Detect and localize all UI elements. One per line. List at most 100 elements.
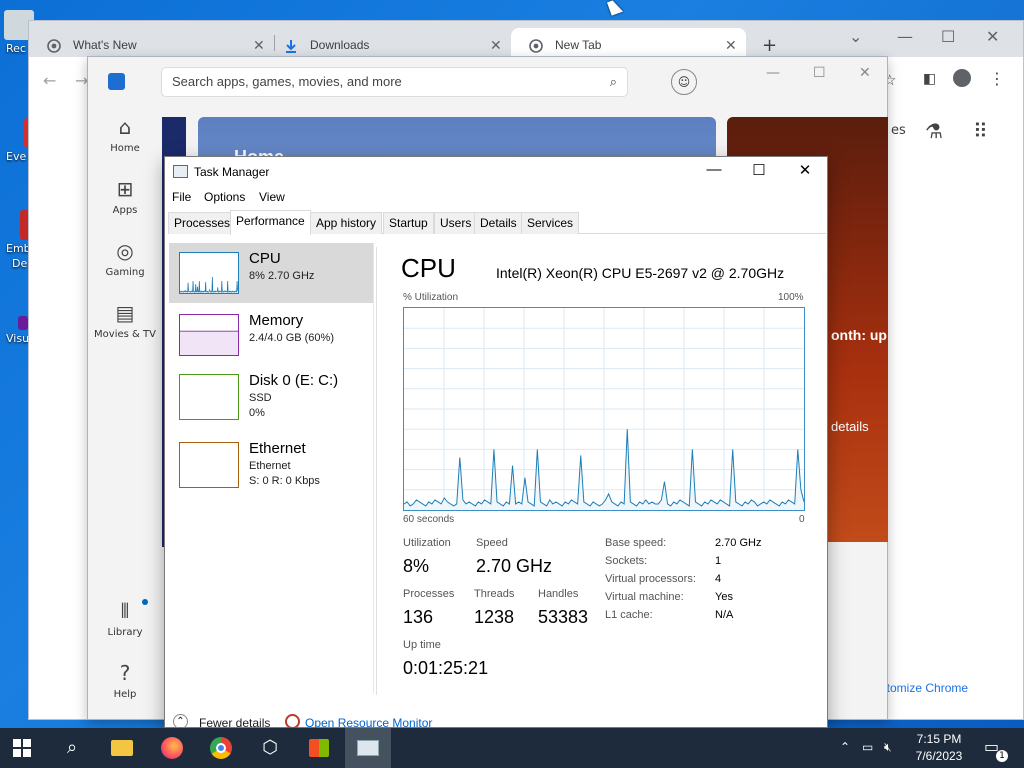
nav-gaming[interactable]: ◎ Gaming bbox=[88, 239, 162, 278]
collapse-chevron-icon[interactable]: ⌃ bbox=[173, 714, 188, 729]
tab-startup[interactable]: Startup bbox=[383, 212, 434, 234]
nav-label: Library bbox=[107, 627, 143, 638]
store-logo-icon bbox=[108, 73, 125, 90]
search-icon[interactable]: ⌕ bbox=[610, 74, 617, 90]
resource-item-cpu[interactable]: CPU 8% 2.70 GHz bbox=[169, 243, 373, 303]
nav-home[interactable]: ⌂ Home bbox=[88, 115, 162, 154]
spec-label: Virtual processors: bbox=[605, 573, 696, 585]
chrome-tab-bar: What's New ✕ Downloads ✕ New Tab ✕ + ⌄ —… bbox=[29, 21, 1023, 57]
tab-app-history[interactable]: App history bbox=[310, 212, 383, 234]
tab-details[interactable]: Details bbox=[474, 212, 523, 234]
spec-label: Base speed: bbox=[605, 537, 667, 549]
close-icon[interactable]: ✕ bbox=[859, 65, 871, 81]
task-manager-taskbar-icon[interactable] bbox=[345, 728, 391, 768]
resource-name: Ethernet bbox=[249, 440, 306, 457]
customize-chrome-link[interactable]: ustomize Chrome bbox=[874, 681, 968, 695]
file-explorer-icon[interactable] bbox=[108, 734, 136, 762]
store-search-input[interactable]: Search apps, games, movies, and more ⌕ bbox=[161, 67, 628, 97]
tab-services[interactable]: Services bbox=[521, 212, 580, 234]
help-icon: ? bbox=[119, 661, 131, 685]
close-icon[interactable]: ✕ bbox=[986, 27, 999, 46]
tab-processes[interactable]: Processes bbox=[168, 212, 237, 234]
resource-detail: 2.4/4.0 GB (60%) bbox=[249, 332, 334, 344]
spec-value: Yes bbox=[715, 591, 733, 603]
maximize-icon[interactable]: ☐ bbox=[736, 161, 782, 179]
menu-options[interactable]: Options bbox=[204, 190, 245, 204]
task-manager-icon bbox=[173, 165, 188, 178]
store-header: Search apps, games, movies, and more ⌕ ☺… bbox=[88, 57, 887, 107]
notification-dot bbox=[142, 599, 148, 605]
microsoft-store-icon[interactable] bbox=[305, 734, 333, 762]
spec-label: Virtual machine: bbox=[605, 591, 684, 603]
resource-detail: S: 0 R: 0 Kbps bbox=[249, 475, 320, 487]
nav-movies-tv[interactable]: ▤ Movies & TV bbox=[88, 301, 162, 340]
resource-name: Disk 0 (E: C:) bbox=[249, 372, 339, 389]
system-clock[interactable]: 7:15 PM 7/6/2023 bbox=[904, 731, 974, 765]
nav-label: Home bbox=[110, 143, 140, 154]
gaming-icon: ◎ bbox=[116, 239, 134, 263]
window-title: Task Manager bbox=[194, 165, 270, 179]
firefox-icon[interactable] bbox=[158, 734, 186, 762]
speed-value: 2.70 GHz bbox=[476, 556, 553, 576]
new-tab-button[interactable]: + bbox=[762, 35, 777, 56]
tab-title: Downloads bbox=[310, 38, 370, 52]
more-menu-icon[interactable]: ⋮ bbox=[989, 69, 1005, 88]
utilization-label: Utilization bbox=[403, 537, 451, 549]
nav-help[interactable]: ? Help bbox=[88, 661, 162, 700]
close-icon[interactable]: ✕ bbox=[782, 161, 828, 179]
tab-title: New Tab bbox=[555, 38, 602, 52]
menu-file[interactable]: File bbox=[172, 190, 191, 204]
minimize-icon[interactable]: — bbox=[766, 65, 780, 81]
home-icon: ⌂ bbox=[118, 115, 132, 139]
menu-view[interactable]: View bbox=[259, 190, 285, 204]
volume-muted-icon[interactable]: 🔇︎ bbox=[884, 740, 892, 755]
chrome-tab-whats-new[interactable]: What's New ✕ bbox=[29, 28, 269, 57]
chrome-icon bbox=[47, 39, 61, 53]
cpu-thumbnail-graph bbox=[179, 252, 239, 294]
tab-performance[interactable]: Performance bbox=[230, 210, 311, 235]
profile-avatar[interactable] bbox=[953, 69, 971, 87]
chrome-tab-downloads[interactable]: Downloads ✕ bbox=[266, 28, 506, 57]
resource-detail: 0% bbox=[249, 407, 265, 419]
back-icon[interactable]: ← bbox=[43, 71, 56, 90]
maximize-icon[interactable]: ☐ bbox=[813, 65, 826, 81]
chrome-icon[interactable] bbox=[207, 734, 235, 762]
minimize-icon[interactable]: — bbox=[897, 27, 913, 46]
nav-apps[interactable]: ⊞ Apps bbox=[88, 177, 162, 216]
resource-item-disk[interactable]: Disk 0 (E: C:) SSD 0% bbox=[169, 365, 373, 425]
spec-label: L1 cache: bbox=[605, 609, 653, 621]
clock-date: 7/6/2023 bbox=[915, 749, 963, 763]
footer: ⌃ Fewer details Open Resource Monitor bbox=[165, 714, 827, 730]
maximize-icon[interactable]: ☐ bbox=[941, 27, 955, 46]
uptime-label: Up time bbox=[403, 639, 441, 651]
store-nav: ⌂ Home ⊞ Apps ◎ Gaming ▤ Movies & TV ⫴ L… bbox=[88, 107, 162, 719]
nav-library[interactable]: ⫴ Library bbox=[88, 599, 162, 638]
network-icon[interactable]: ▭ bbox=[862, 740, 873, 754]
clock-time: 7:15 PM bbox=[916, 732, 962, 746]
hero-card-link[interactable]: details bbox=[831, 419, 869, 434]
side-panel-icon[interactable]: ◧ bbox=[923, 71, 936, 87]
resource-item-memory[interactable]: Memory 2.4/4.0 GB (60%) bbox=[169, 305, 373, 365]
search-icon[interactable]: ⌕ bbox=[58, 734, 86, 762]
start-button[interactable] bbox=[8, 734, 36, 762]
labs-flask-icon[interactable]: ⚗ bbox=[925, 119, 943, 143]
chrome-tab-new-tab[interactable]: New Tab ✕ bbox=[511, 28, 746, 57]
resource-monitor-icon bbox=[285, 714, 300, 729]
spec-value: 4 bbox=[715, 573, 722, 585]
tray-overflow-icon[interactable]: ⌃ bbox=[840, 740, 850, 754]
apps-grid-icon[interactable]: ⠿ bbox=[973, 119, 988, 143]
tab-users[interactable]: Users bbox=[434, 212, 478, 234]
tab-search-icon[interactable]: ⌄ bbox=[849, 27, 862, 46]
chrome-page-content: es ⚗ ⠿ bbox=[889, 119, 1019, 719]
spec-value: 2.70 GHz bbox=[715, 537, 762, 549]
account-avatar-icon[interactable]: ☺ bbox=[671, 69, 697, 95]
processes-label: Processes bbox=[403, 588, 455, 600]
speed-label: Speed bbox=[476, 537, 508, 549]
detail-heading: CPU bbox=[401, 253, 456, 283]
pane-divider[interactable] bbox=[376, 247, 377, 695]
resource-item-ethernet[interactable]: Ethernet Ethernet S: 0 R: 0 Kbps bbox=[169, 433, 373, 493]
spec-value: 1 bbox=[715, 555, 722, 567]
x-axis-left-label: 60 seconds bbox=[403, 514, 455, 525]
minimize-icon[interactable]: — bbox=[691, 161, 737, 178]
3d-viewer-icon[interactable]: ⬡ bbox=[256, 734, 284, 762]
